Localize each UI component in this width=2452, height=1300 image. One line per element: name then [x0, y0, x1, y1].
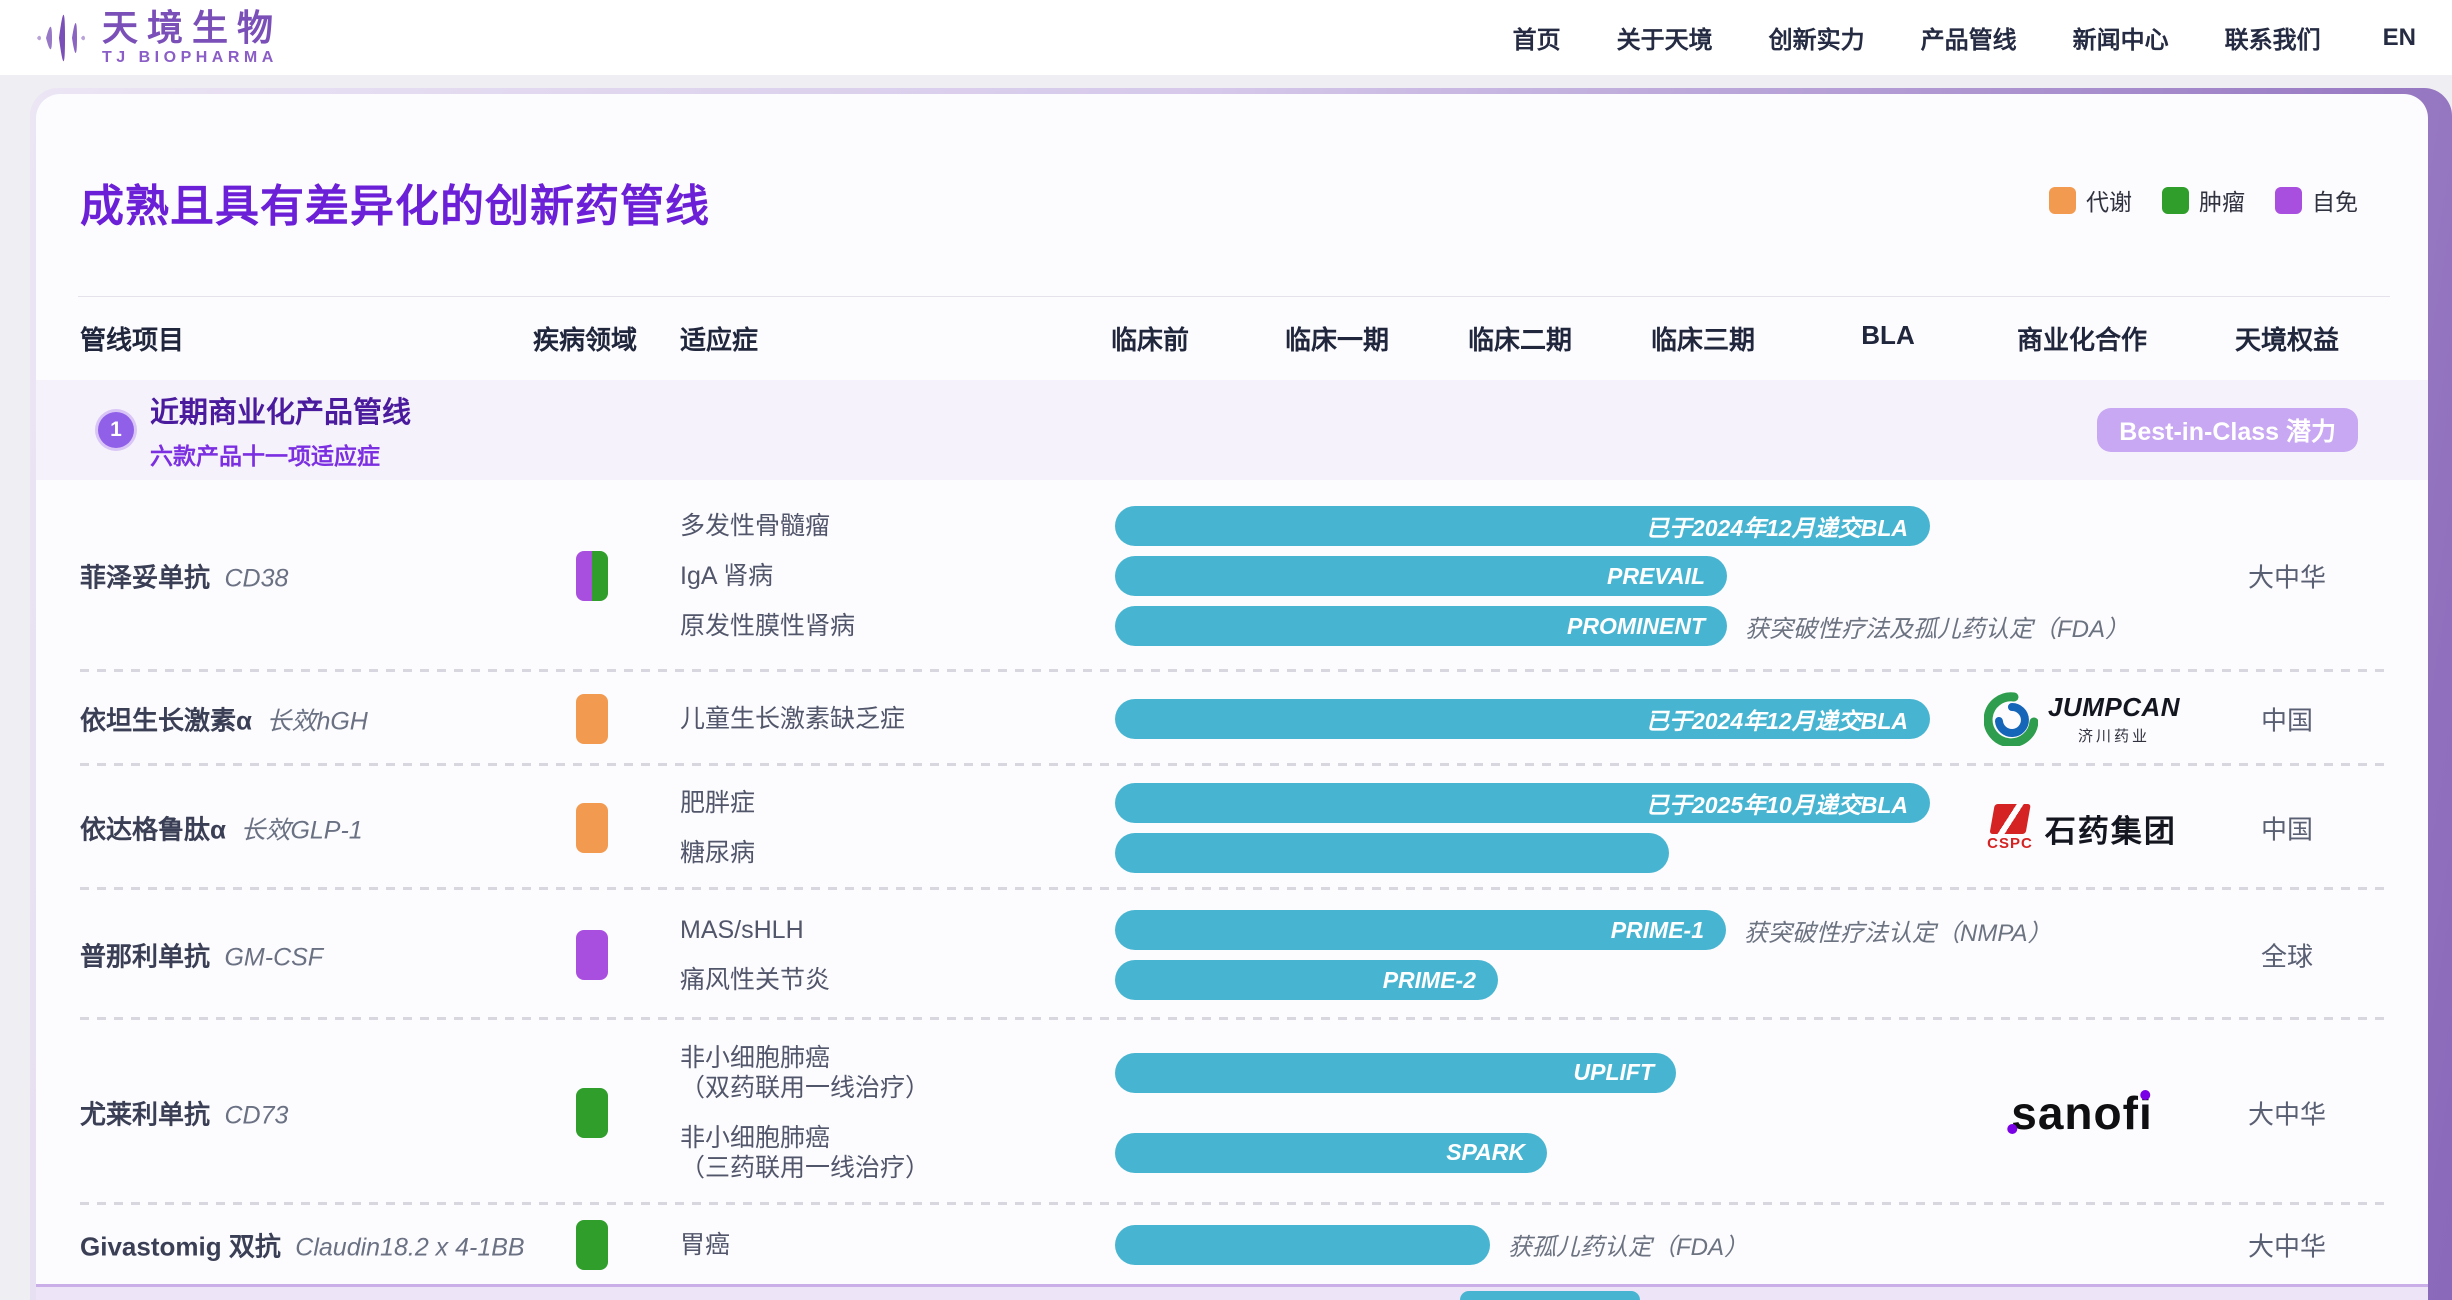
section-number-badge: 1	[98, 412, 134, 448]
col-header-indication: 适应症	[680, 320, 758, 357]
legend-swatch-oncology	[2162, 187, 2189, 214]
legend-swatch-autoimmune	[2275, 187, 2302, 214]
nav-item-home[interactable]: 首页	[1513, 20, 1561, 55]
jumpcan-logo-icon	[1984, 692, 2038, 746]
rights-region: 中国	[2261, 701, 2313, 738]
designation-note: 获孤儿药认定（FDA）	[1508, 1227, 1748, 1262]
col-header-disease-area: 疾病领域	[533, 320, 637, 357]
legend-item-metabolic: 代谢	[2049, 183, 2132, 217]
page-title: 成熟且具有差异化的创新药管线	[80, 170, 710, 234]
rights-region: 中国	[2261, 810, 2313, 847]
pipeline-row-eftansomatropin: 依坦生长激素α 长效hGH 儿童生长激素缺乏症 已于2024年12月递交BLA …	[36, 672, 2428, 766]
col-header-bla: BLA	[1861, 320, 1914, 351]
table-header-row: 管线项目 疾病领域 适应症 临床前 临床一期 临床二期 临床三期 BLA 商业化…	[36, 296, 2428, 380]
legend-item-oncology: 肿瘤	[2162, 183, 2245, 217]
main-nav: 首页 关于天境 创新实力 产品管线 新闻中心 联系我们 EN	[1513, 20, 2416, 55]
nav-item-pipeline[interactable]: 产品管线	[1921, 20, 2017, 55]
partner-logo-cspc: CSPC 石药集团	[1987, 804, 2177, 852]
col-header-project: 管线项目	[80, 320, 184, 357]
partner-logo-sanofi: sanofi	[2011, 1086, 2152, 1140]
col-header-partnership: 商业化合作	[2017, 320, 2147, 357]
section-header: 1 近期商业化产品管线 六款产品十一项适应症 Best-in-Class 潜力	[36, 380, 2428, 480]
stage-bar: 已于2024年12月递交BLA	[1115, 506, 1930, 546]
col-header-rights: 天境权益	[2235, 320, 2339, 357]
stage-bar: PREVAIL	[1115, 556, 1727, 596]
brand-name-cn: 天境生物	[102, 9, 282, 47]
jumpcan-logo-text: JUMPCAN 济川药业	[2048, 692, 2180, 746]
stage-bar: 已于2024年12月递交BLA	[1115, 699, 1930, 739]
brand-name-en: TJ BIOPHARMA	[102, 49, 282, 67]
indication-label: 多发性骨髓瘤	[680, 511, 1105, 541]
best-in-class-badge: Best-in-Class 潜力	[2097, 408, 2358, 452]
legend-swatch-metabolic	[2049, 187, 2076, 214]
col-header-phase1: 临床一期	[1285, 320, 1389, 357]
stage-bar: UPLIFT	[1115, 1053, 1676, 1093]
nav-item-contact[interactable]: 联系我们	[2225, 20, 2321, 55]
rights-region: 大中华	[2248, 558, 2326, 595]
indication-label: 胃癌	[680, 1230, 1105, 1260]
indication-label: MAS/sHLH	[680, 915, 1105, 945]
sanofi-purple-dot	[2007, 1124, 2017, 1134]
indication-label: 糖尿病	[680, 838, 1105, 868]
stage-bar	[1115, 833, 1669, 873]
rights-region: 全球	[2261, 937, 2313, 974]
brand-text: 天境生物 TJ BIOPHARMA	[102, 9, 282, 67]
indication-label: 非小细胞肺癌 （双药联用一线治疗）	[680, 1043, 1105, 1103]
designation-note: 获突破性疗法及孤儿药认定（FDA）	[1745, 609, 2129, 644]
col-header-preclinical: 临床前	[1111, 320, 1189, 357]
legend-item-autoimmune: 自免	[2275, 183, 2358, 217]
pipeline-row-uliledlimab: 尤莱利单抗 CD73 非小细胞肺癌 （双药联用一线治疗） UPLIFT 非小细胞…	[36, 1020, 2428, 1205]
cspc-logo-icon	[1989, 804, 2030, 834]
disease-area-legend: 代谢 肿瘤 自免	[2049, 183, 2358, 217]
nav-item-news[interactable]: 新闻中心	[2073, 20, 2169, 55]
col-header-phase3: 临床三期	[1651, 320, 1755, 357]
pipeline-row-givastomig: Givastomig 双抗 Claudin18.2 x 4-1BB 胃癌 获孤儿…	[36, 1205, 2428, 1284]
next-section-peek	[36, 1284, 2428, 1300]
pipeline-card: 成熟且具有差异化的创新药管线 代谢 肿瘤 自免 管线项目 疾病领域 适应症 临床…	[36, 94, 2428, 1300]
partial-stage-bar	[1460, 1291, 1640, 1300]
indication-label: 非小细胞肺癌 （三药联用一线治疗）	[680, 1123, 1105, 1183]
waveform-logo-icon	[30, 5, 88, 71]
nav-item-innovation[interactable]: 创新实力	[1769, 20, 1865, 55]
rights-region: 大中华	[2248, 1226, 2326, 1263]
indication-label: 肥胖症	[680, 788, 1105, 818]
indication-label: 儿童生长激素缺乏症	[680, 704, 1105, 734]
pipeline-card-border: 成熟且具有差异化的创新药管线 代谢 肿瘤 自免 管线项目 疾病领域 适应症 临床…	[30, 88, 2452, 1300]
designation-note: 获突破性疗法认定（NMPA）	[1744, 913, 2052, 948]
indication-label: IgA 肾病	[680, 561, 1105, 591]
pipeline-row-felzartamab: 菲泽妥单抗 CD38 多发性骨髓瘤 已于2024年12月递交BLA IgA 肾病…	[36, 480, 2428, 672]
section-title: 近期商业化产品管线	[150, 389, 411, 431]
col-header-phase2: 临床二期	[1468, 320, 1572, 357]
cspc-logo-mark: CSPC	[1987, 804, 2033, 852]
top-navigation-bar: 天境生物 TJ BIOPHARMA 首页 关于天境 创新实力 产品管线 新闻中心…	[0, 0, 2452, 75]
stage-bar: 已于2025年10月递交BLA	[1115, 783, 1930, 823]
stage-bar: SPARK	[1115, 1133, 1547, 1173]
brand-logo[interactable]: 天境生物 TJ BIOPHARMA	[30, 5, 282, 71]
partner-logo-jumpcan: JUMPCAN 济川药业	[1984, 692, 2180, 746]
section-subtitle: 六款产品十一项适应症	[150, 437, 411, 471]
stage-bar	[1115, 1225, 1490, 1265]
stage-bar: PRIME-1	[1115, 910, 1726, 950]
card-header: 成熟且具有差异化的创新药管线 代谢 肿瘤 自免	[36, 94, 2428, 296]
pipeline-row-plonmarlimab: 普那利单抗 GM-CSF MAS/sHLH PRIME-1 获突破性疗法认定（N…	[36, 890, 2428, 1020]
rights-region: 大中华	[2248, 1094, 2326, 1131]
section-text: 近期商业化产品管线 六款产品十一项适应症	[150, 389, 411, 471]
stage-bar: PROMINENT	[1115, 606, 1727, 646]
indication-label: 痛风性关节炎	[680, 965, 1105, 995]
nav-item-about[interactable]: 关于天境	[1617, 20, 1713, 55]
language-toggle[interactable]: EN	[2383, 24, 2416, 52]
indication-label: 原发性膜性肾病	[680, 611, 1105, 641]
pipeline-row-edaglutide: 依达格鲁肽α 长效GLP-1 肥胖症 已于2025年10月递交BLA 糖尿病	[36, 766, 2428, 890]
stage-bar: PRIME-2	[1115, 960, 1498, 1000]
